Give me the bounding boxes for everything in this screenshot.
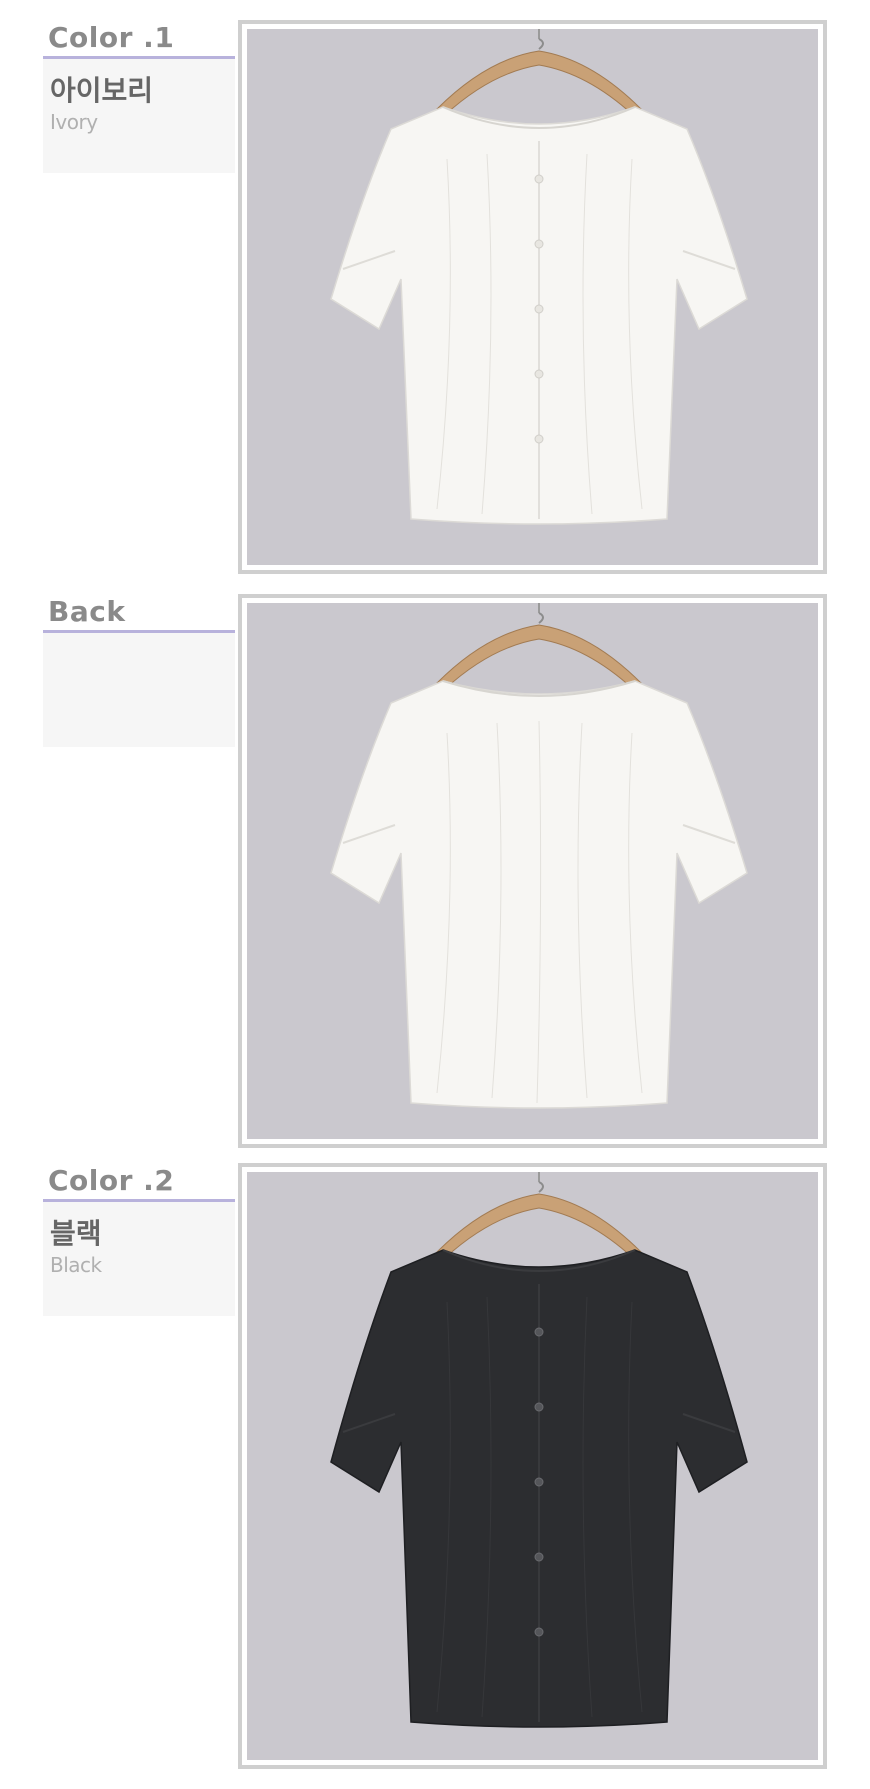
wooden-hanger-icon (436, 1172, 642, 1259)
section-title: Back (48, 595, 126, 628)
color-name-box: 아이보리 Ivory (43, 59, 235, 173)
product-photo-frame (238, 1163, 827, 1769)
product-photo-ivory-back[interactable] (247, 603, 818, 1139)
section-title: Color .1 (48, 21, 175, 54)
back-label: Back (43, 594, 235, 747)
section-title: Color .2 (48, 1164, 175, 1197)
color-section-ivory: Color .1 아이보리 Ivory (0, 20, 870, 590)
back-section: Back (0, 594, 870, 1154)
color-section-black: Color .2 블랙 Black (0, 1163, 870, 1769)
blouse-photo (330, 603, 748, 1109)
blouse (330, 106, 748, 525)
product-photo-frame (238, 594, 827, 1148)
color-name-english: Ivory (50, 110, 98, 134)
product-photo-ivory-front[interactable] (247, 29, 818, 565)
color-name-box: 블랙 Black (43, 1202, 235, 1316)
wooden-hanger-icon (436, 603, 642, 690)
product-photo-frame (238, 20, 827, 574)
color-name-korean: 아이보리 (50, 74, 154, 107)
blouse (330, 1249, 748, 1728)
blouse (330, 680, 748, 1109)
color-name-box (43, 633, 235, 747)
color-name-korean: 블랙 (50, 1217, 102, 1250)
product-photo-black-front[interactable] (247, 1172, 818, 1760)
color-label: Color .1 아이보리 Ivory (43, 20, 235, 173)
wooden-hanger-icon (436, 29, 642, 116)
color-label: Color .2 블랙 Black (43, 1163, 235, 1316)
color-name-english: Black (50, 1253, 102, 1277)
blouse-photo (330, 1172, 748, 1728)
blouse-photo (330, 29, 748, 525)
